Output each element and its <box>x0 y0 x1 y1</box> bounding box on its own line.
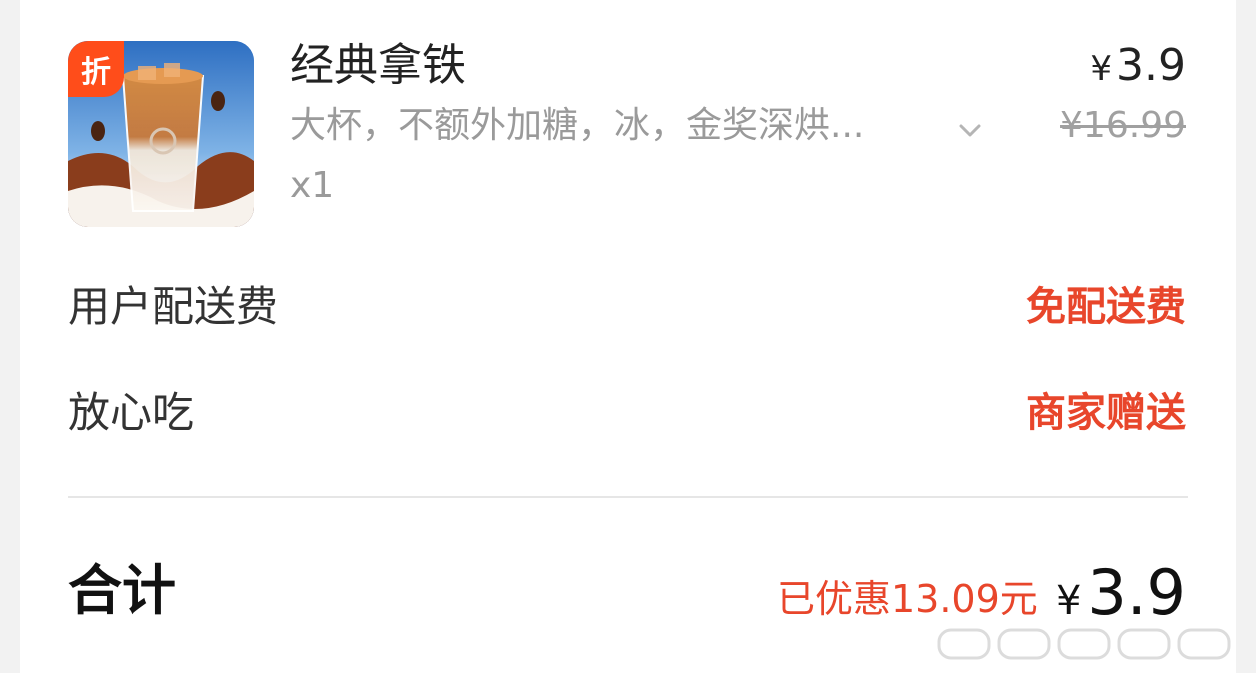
product-price-value: 3.9 <box>1116 40 1186 91</box>
product-name: 经典拿铁 <box>290 40 466 91</box>
total-price-value: 3.9 <box>1087 556 1186 629</box>
total-price: ¥3.9 <box>1056 558 1186 636</box>
food-safety-value: 商家赠送 <box>1026 390 1186 436</box>
delivery-fee-value: 免配送费 <box>1026 284 1186 330</box>
product-price: ¥3.9 <box>1090 38 1186 97</box>
food-safety-label: 放心吃 <box>68 388 195 437</box>
watermark-logo <box>937 628 1231 660</box>
total-currency-symbol: ¥ <box>1055 578 1082 624</box>
discount-saved-text: 已优惠13.09元 <box>777 577 1038 621</box>
total-label: 合计 <box>68 559 176 622</box>
currency-symbol: ¥ <box>1090 49 1113 89</box>
product-image[interactable]: 折 <box>68 41 254 227</box>
product-specs: 大杯，不额外加糖，冰，金奖深烘... <box>290 105 865 146</box>
order-summary-card: 折 经典拿铁 大杯，不额外加糖，冰，金奖深烘... x1 ¥3.9 ¥16.99… <box>20 0 1236 673</box>
delivery-fee-label: 用户配送费 <box>68 282 279 331</box>
chevron-down-icon[interactable] <box>956 116 984 144</box>
product-quantity: x1 <box>290 165 335 206</box>
product-original-price: ¥16.99 <box>1060 105 1186 146</box>
divider <box>68 496 1188 498</box>
discount-badge: 折 <box>68 41 124 97</box>
